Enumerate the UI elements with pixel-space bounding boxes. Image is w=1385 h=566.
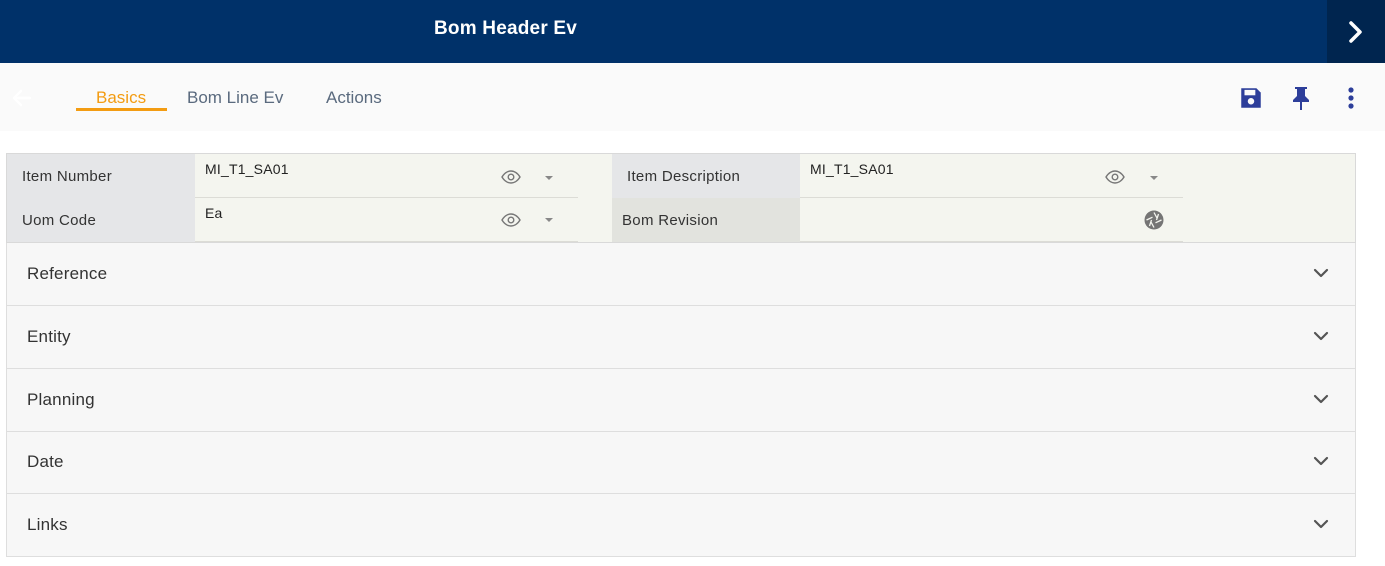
chevron-down-icon	[1313, 394, 1329, 404]
tab-bom-line-ev[interactable]: Bom Line Ev	[187, 88, 283, 108]
page-title: Bom Header Ev	[434, 18, 578, 39]
section-date[interactable]: Date	[6, 432, 1356, 494]
eye-icon[interactable]	[501, 213, 521, 227]
item-number-value: MI_T1_SA01	[205, 161, 289, 177]
item-number-label: Item Number	[7, 154, 195, 198]
caret-down-icon[interactable]	[1149, 175, 1159, 181]
item-description-label: Item Description	[612, 154, 800, 198]
section-links[interactable]: Links	[6, 494, 1356, 557]
chevron-down-icon	[1313, 331, 1329, 341]
next-button[interactable]	[1327, 0, 1385, 63]
more-options-button[interactable]	[1336, 83, 1366, 113]
chevron-down-icon	[1313, 268, 1329, 278]
basics-form: Item Number MI_T1_SA01 Item Description …	[6, 153, 1356, 243]
tab-basics[interactable]: Basics	[96, 88, 146, 108]
uom-code-label: Uom Code	[7, 198, 195, 242]
caret-down-icon[interactable]	[544, 217, 554, 223]
item-description-value: MI_T1_SA01	[810, 161, 894, 177]
pin-icon	[1293, 87, 1309, 110]
back-button[interactable]	[10, 86, 34, 110]
active-tab-indicator	[76, 108, 167, 111]
section-links-label: Links	[27, 515, 68, 534]
chevron-down-icon	[1313, 456, 1329, 466]
section-reference[interactable]: Reference	[6, 243, 1356, 306]
arrow-left-icon	[12, 89, 32, 107]
item-description-field[interactable]: MI_T1_SA01	[800, 154, 1183, 198]
section-planning-label: Planning	[27, 390, 95, 409]
app-header: Bom Header Ev	[0, 0, 1385, 63]
section-entity[interactable]: Entity	[6, 306, 1356, 369]
tab-actions[interactable]: Actions	[326, 88, 382, 108]
caret-down-icon[interactable]	[544, 175, 554, 181]
toolbar: Basics Bom Line Ev Actions	[0, 63, 1385, 131]
more-vertical-icon	[1348, 87, 1354, 109]
eye-icon[interactable]	[501, 170, 521, 184]
pin-button[interactable]	[1286, 83, 1316, 113]
chevron-right-icon	[1349, 20, 1362, 43]
section-date-label: Date	[27, 452, 64, 471]
section-planning[interactable]: Planning	[6, 369, 1356, 432]
bom-revision-field[interactable]	[800, 198, 1183, 242]
eye-icon[interactable]	[1105, 170, 1125, 184]
aperture-icon[interactable]	[1144, 210, 1164, 230]
chevron-down-icon	[1313, 519, 1329, 529]
section-entity-label: Entity	[27, 327, 71, 346]
section-reference-label: Reference	[27, 264, 108, 283]
bom-revision-label: Bom Revision	[612, 198, 800, 242]
uom-code-value: Ea	[205, 205, 223, 221]
save-icon	[1241, 88, 1261, 108]
save-button[interactable]	[1236, 83, 1266, 113]
